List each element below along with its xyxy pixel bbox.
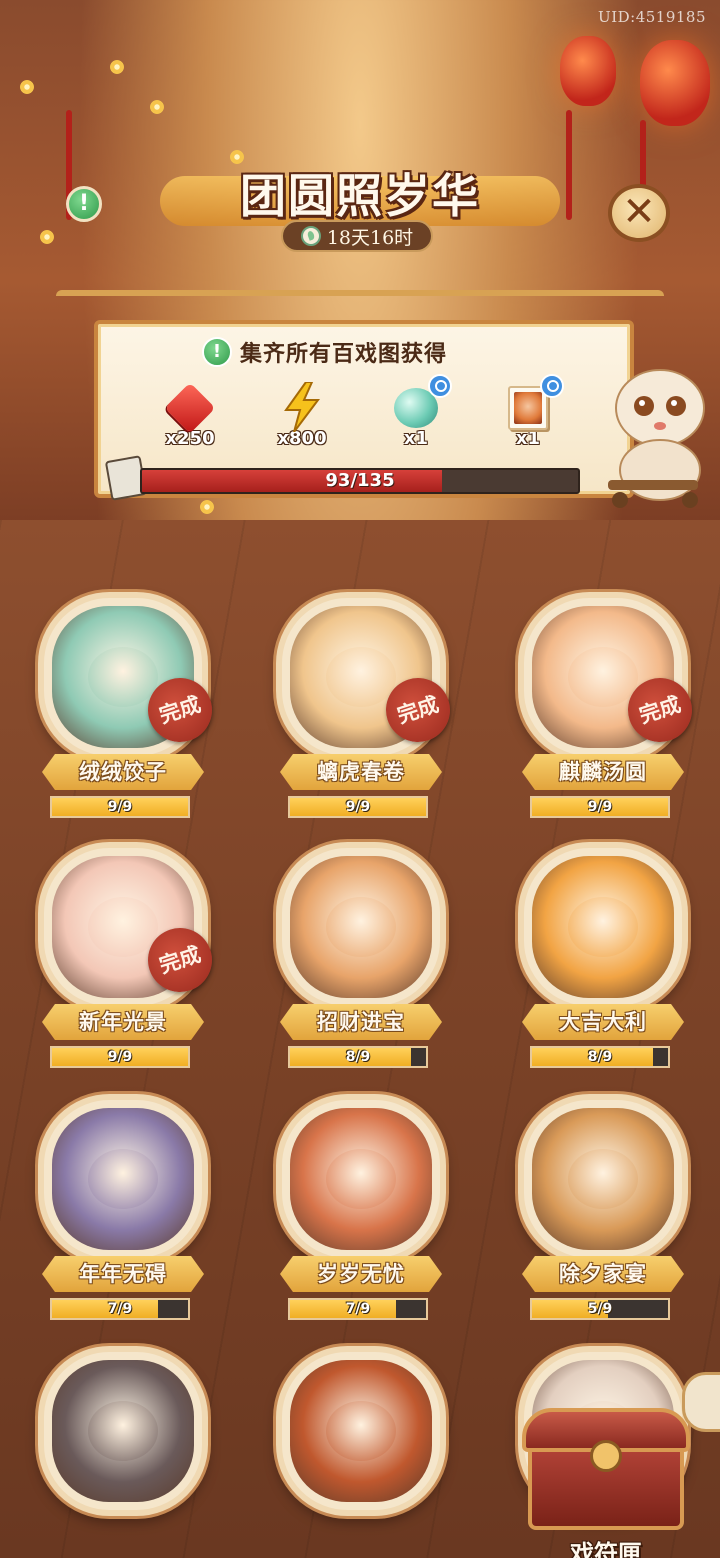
- collection-progress-text: 8/9: [345, 1049, 371, 1065]
- character-figure: [88, 1401, 158, 1461]
- collection-progress-text: 5/9: [587, 1301, 613, 1317]
- collection-tile[interactable]: [38, 1346, 208, 1558]
- artwork-image: [52, 1360, 194, 1502]
- reward-panel-title: 集齐所有百戏图获得: [240, 341, 448, 367]
- collection-progress-bar: 7/9: [50, 1298, 190, 1320]
- close-icon: ✕: [622, 189, 656, 235]
- character-figure: [568, 647, 638, 707]
- chest-lock-icon: [590, 1440, 622, 1472]
- character-figure: [88, 647, 158, 707]
- collection-name: 除夕家宴: [522, 1256, 684, 1292]
- blossom-decoration: [150, 100, 164, 114]
- collection-progress-bar: 93/135: [140, 468, 580, 494]
- info-icon: !: [202, 337, 232, 367]
- collection-progress-text: 7/9: [345, 1301, 371, 1317]
- collection-progress-bar: 7/9: [288, 1298, 428, 1320]
- artwork-image: [52, 1108, 194, 1250]
- collection-tile[interactable]: 大吉大利 8/9: [518, 842, 688, 1080]
- collection-name: 岁岁无忧: [280, 1256, 442, 1292]
- artwork-image: [290, 1360, 432, 1502]
- collection-name: 螭虎春卷: [280, 754, 442, 790]
- collection-progress-bar: 9/9: [288, 796, 428, 818]
- blossom-decoration: [110, 60, 124, 74]
- character-figure: [326, 1149, 396, 1209]
- collection-progress-text: 9/9: [587, 799, 613, 815]
- collection-name: 新年光景: [42, 1004, 204, 1040]
- character-figure: [88, 897, 158, 957]
- collection-artwork: [518, 842, 688, 1012]
- reward-item-gem[interactable]: x250: [160, 382, 220, 460]
- collection-name: 年年无碍: [42, 1256, 204, 1292]
- character-figure: [568, 1149, 638, 1209]
- collection-progress-text: 8/9: [587, 1049, 613, 1065]
- collection-progress-bar: 8/9: [288, 1046, 428, 1068]
- collection-tile[interactable]: 完成 螭虎春卷 9/9: [276, 592, 459, 830]
- collection-tile[interactable]: 完成 麒麟汤圆 9/9: [518, 592, 701, 830]
- clock-leaf-icon: [300, 226, 321, 246]
- user-id-label: UID:4519185: [598, 8, 706, 26]
- close-button[interactable]: ✕: [608, 184, 670, 242]
- collection-progress-bar: 9/9: [50, 1046, 190, 1068]
- collection-progress-text: 9/9: [345, 799, 371, 815]
- character-figure: [88, 1149, 158, 1209]
- collection-tile[interactable]: 招财进宝 8/9: [276, 842, 446, 1080]
- lightning-bolt-icon: [276, 382, 328, 434]
- artwork-image: [290, 856, 432, 998]
- opera-charm-chest-button[interactable]: 戏符匣: [518, 1400, 694, 1558]
- collection-progress-text: 9/9: [107, 799, 133, 815]
- collection-name: 麒麟汤圆: [522, 754, 684, 790]
- character-figure: [568, 897, 638, 957]
- event-timer: 18天16时: [281, 220, 433, 252]
- magnify-icon[interactable]: [428, 374, 452, 398]
- collection-artwork: [518, 1094, 688, 1264]
- lantern-decoration: [560, 36, 616, 106]
- collection-progress-text: 7/9: [107, 1301, 133, 1317]
- reward-item-orb[interactable]: x1: [386, 374, 452, 460]
- collection-artwork: [276, 842, 446, 1012]
- collection-tile[interactable]: 完成 新年光景 9/9: [38, 842, 221, 1080]
- collection-progress-bar: 9/9: [50, 796, 190, 818]
- character-figure: [326, 1401, 396, 1461]
- info-button[interactable]: !: [66, 186, 102, 222]
- jade-orb-icon: [390, 374, 452, 434]
- collection-tile[interactable]: 年年无碍 7/9: [38, 1094, 208, 1332]
- artwork-image: [290, 1108, 432, 1250]
- blossom-decoration: [40, 230, 54, 244]
- reward-panel-heading: ! 集齐所有百戏图获得: [202, 336, 447, 368]
- lantern-decoration: [640, 40, 710, 126]
- cat-mascot-icon: [608, 369, 705, 508]
- collection-progress-text: 9/9: [107, 1049, 133, 1065]
- collection-progress-text: 93/135: [325, 470, 395, 491]
- collection-artwork: [276, 1094, 446, 1264]
- magnify-icon[interactable]: [540, 374, 564, 398]
- collection-tile[interactable]: [276, 1346, 446, 1558]
- collection-name: 大吉大利: [522, 1004, 684, 1040]
- portrait-card-icon: [502, 374, 564, 434]
- artwork-image: [532, 1108, 674, 1250]
- artwork-image: [532, 856, 674, 998]
- collection-artwork: [276, 1346, 446, 1516]
- collection-tile[interactable]: 除夕家宴 5/9: [518, 1094, 688, 1332]
- character-figure: [326, 897, 396, 957]
- blossom-decoration: [20, 80, 34, 94]
- reward-item-card[interactable]: x1: [498, 374, 564, 460]
- collection-name: 绒绒饺子: [42, 754, 204, 790]
- collection-tile[interactable]: 完成 绒绒饺子 9/9: [38, 592, 221, 830]
- timer-text: 18天16时: [326, 226, 414, 249]
- character-figure: [326, 647, 396, 707]
- collection-artwork: [38, 1346, 208, 1516]
- collection-artwork: [38, 1094, 208, 1264]
- collection-progress-bar: 9/9: [530, 796, 670, 818]
- collection-progress-bar: 5/9: [530, 1298, 670, 1320]
- chest-label: 戏符匣: [570, 1539, 642, 1558]
- info-icon: !: [78, 191, 90, 216]
- collection-tile[interactable]: 岁岁无忧 7/9: [276, 1094, 446, 1332]
- collection-progress-bar: 8/9: [530, 1046, 670, 1068]
- reward-item-bolt[interactable]: x800: [272, 382, 332, 460]
- red-gem-icon: [164, 382, 216, 434]
- collection-name: 招财进宝: [280, 1004, 442, 1040]
